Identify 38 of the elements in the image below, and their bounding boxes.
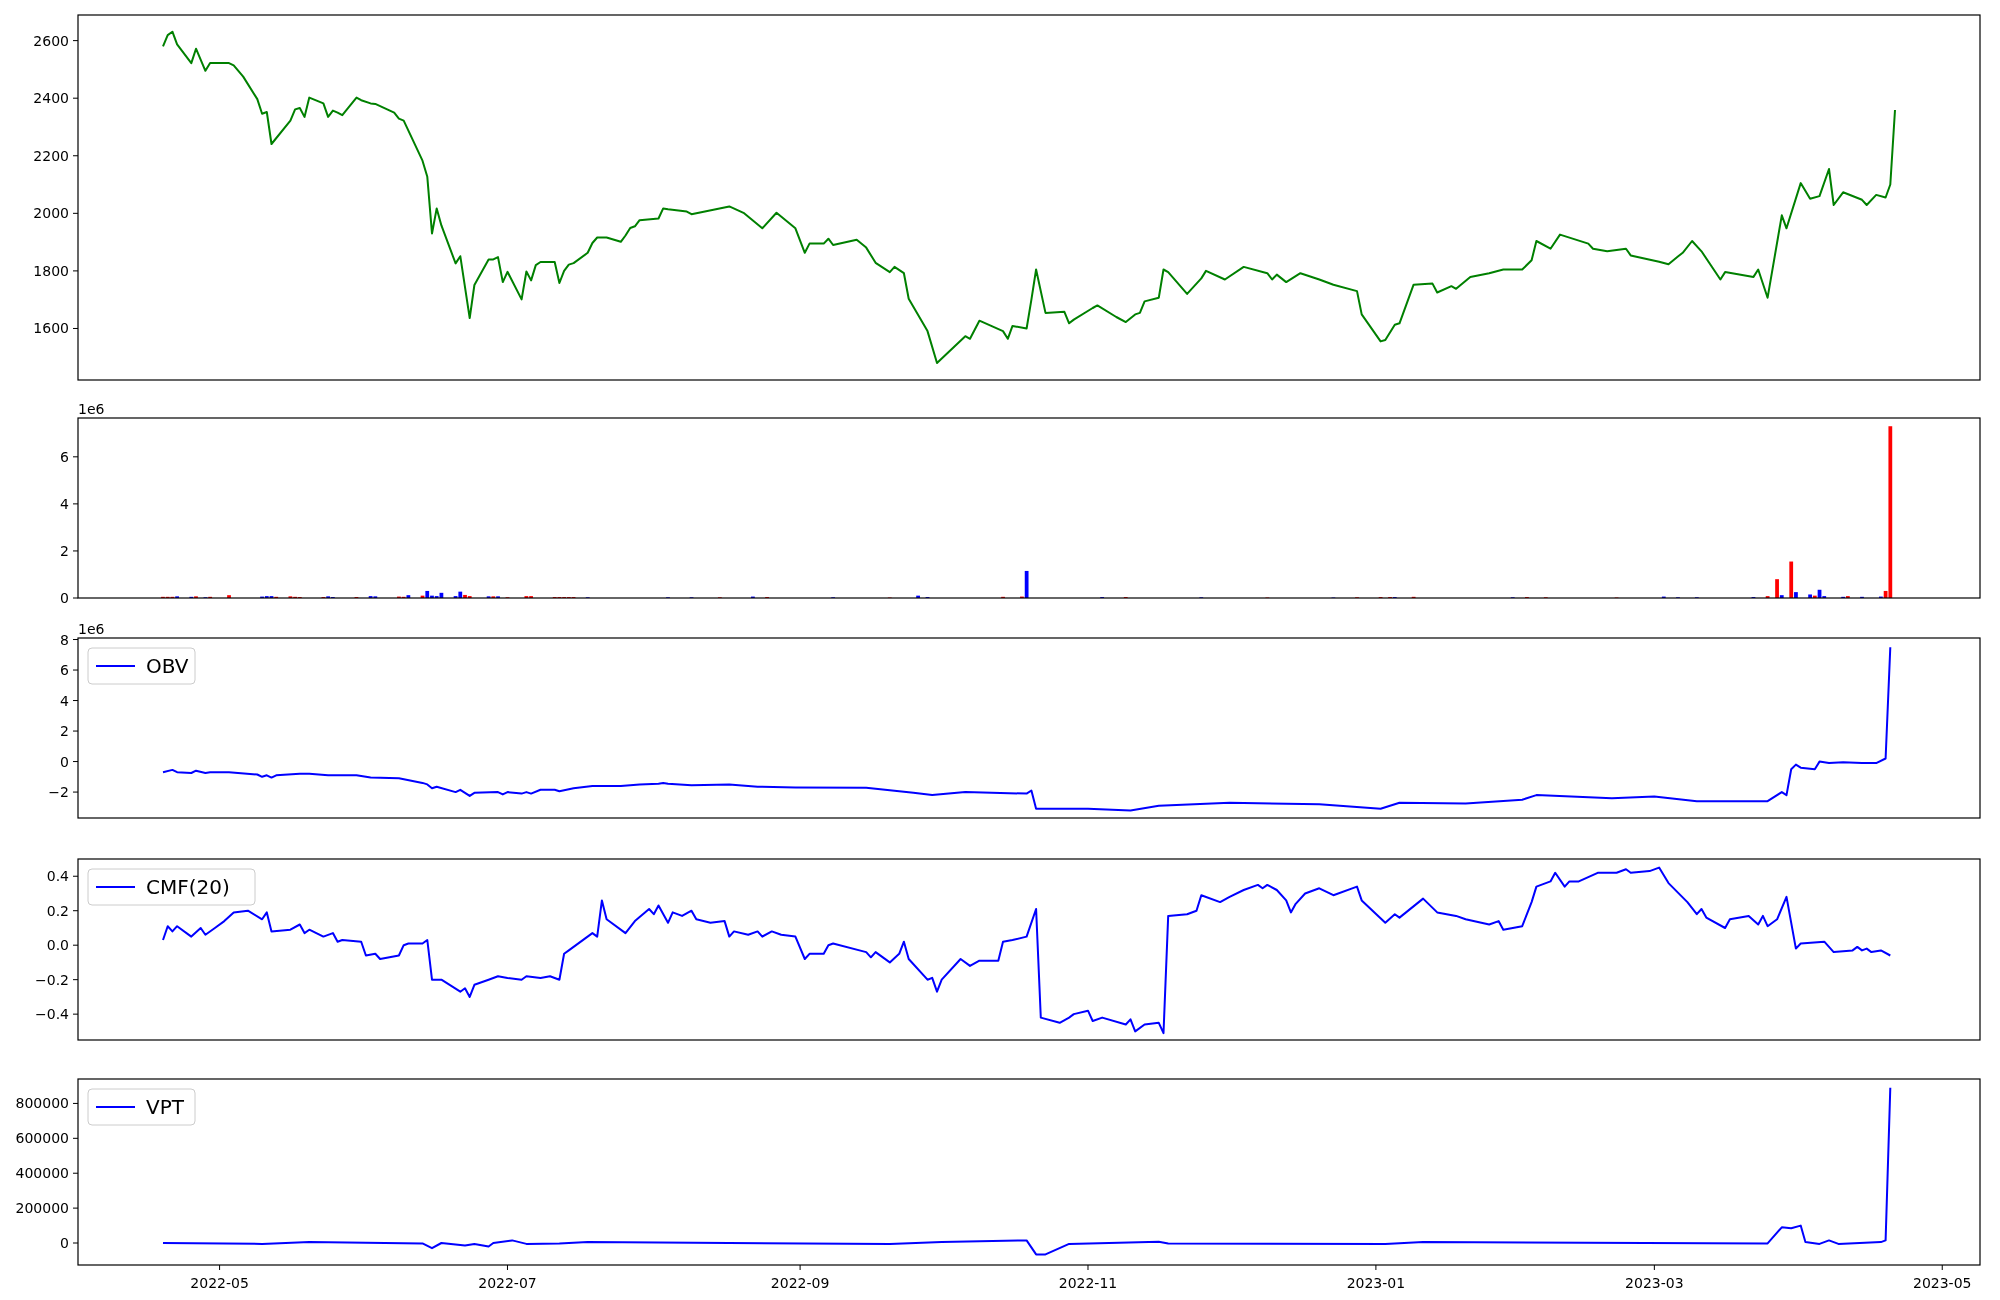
y-tick-label: 4	[60, 692, 69, 709]
y-tick-label: 0.2	[46, 902, 69, 919]
y-tick-label: 0	[60, 753, 69, 770]
y-tick-label: 0.4	[46, 868, 69, 885]
y-tick-label: 2200	[33, 147, 69, 164]
y-tick-label: −0.2	[35, 971, 69, 988]
y-tick-label: 6	[60, 448, 69, 465]
x-tick-label: 2023-05	[1913, 1275, 1972, 1291]
y-tick-label: 800000	[15, 1095, 69, 1112]
y-tick-label: 400000	[15, 1165, 69, 1182]
y-tick-label: 2000	[33, 205, 69, 222]
y-tick-label: −2	[48, 784, 69, 801]
y-tick-label: 4	[60, 495, 69, 512]
x-tick-label: 2023-01	[1346, 1275, 1406, 1291]
y-tick-label: 0	[60, 1235, 69, 1251]
legend-label: VPT	[146, 1095, 184, 1119]
legend-label: CMF(20)	[146, 875, 230, 899]
x-tick-label: 2023-03	[1625, 1275, 1684, 1291]
axis-offset-label: 1e6	[78, 401, 105, 417]
y-tick-label: 0.0	[46, 937, 69, 954]
axis-offset-label: 1e6	[78, 621, 105, 637]
y-tick-label: 1800	[33, 262, 69, 279]
x-tick-label: 2022-09	[770, 1275, 830, 1291]
y-tick-label: 2	[60, 723, 69, 740]
x-tick-label: 2022-05	[190, 1275, 249, 1291]
y-tick-label: 2600	[33, 32, 69, 49]
y-tick-label: 6	[60, 662, 69, 679]
y-tick-label: 8	[60, 631, 69, 648]
y-tick-label: 2400	[33, 90, 69, 107]
y-tick-label: 200000	[15, 1200, 69, 1217]
legend-label: OBV	[146, 654, 189, 678]
x-tick-label: 2022-11	[1058, 1275, 1118, 1291]
y-tick-label: −0.4	[35, 1006, 69, 1023]
x-tick-label: 2022-07	[478, 1275, 537, 1291]
y-tick-label: 600000	[15, 1130, 69, 1147]
y-tick-label: 1600	[33, 320, 69, 337]
y-tick-label: 2	[60, 542, 69, 559]
y-tick-label: 0	[60, 590, 69, 606]
